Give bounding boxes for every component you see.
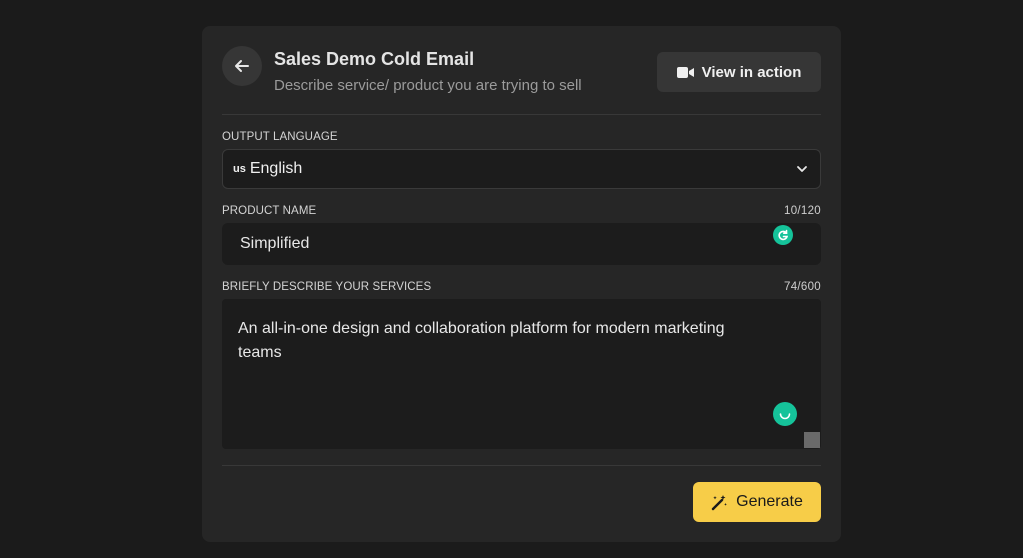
output-language-value: English (249, 160, 303, 177)
footer-divider (222, 465, 821, 466)
page-subtitle: Describe service/ product you are trying… (274, 77, 582, 94)
cold-email-form-card: Sales Demo Cold Email Describe service/ … (202, 26, 841, 542)
product-name-label: PRODUCT NAME (222, 205, 317, 217)
services-counter: 74/600 (784, 281, 821, 293)
product-name-input[interactable]: Simplified (222, 223, 821, 265)
grammarly-icon[interactable] (773, 225, 793, 245)
resize-handle[interactable] (804, 432, 820, 448)
chevron-down-icon (797, 166, 807, 172)
header-divider (222, 114, 821, 115)
services-label: BRIEFLY DESCRIBE YOUR SERVICES (222, 281, 432, 293)
services-textarea[interactable]: An all-in-one design and collaboration p… (222, 299, 821, 449)
back-button[interactable] (222, 46, 262, 86)
product-name-value: Simplified (240, 235, 310, 252)
page-title: Sales Demo Cold Email (274, 49, 475, 69)
us-flag-icon: us (233, 163, 246, 175)
generate-label: Generate (736, 493, 803, 510)
arrow-left-icon (235, 60, 249, 72)
magic-wand-icon (711, 494, 728, 510)
product-name-counter: 10/120 (784, 205, 821, 217)
grammarly-icon[interactable] (773, 402, 797, 426)
video-camera-icon (676, 66, 694, 78)
view-in-action-label: View in action (701, 63, 802, 81)
services-value: An all-in-one design and collaboration p… (238, 320, 725, 361)
output-language-label: OUTPUT LANGUAGE (222, 131, 338, 143)
generate-button[interactable]: Generate (693, 482, 821, 522)
view-in-action-button[interactable]: View in action (657, 52, 821, 92)
output-language-select[interactable]: us English (222, 149, 821, 189)
